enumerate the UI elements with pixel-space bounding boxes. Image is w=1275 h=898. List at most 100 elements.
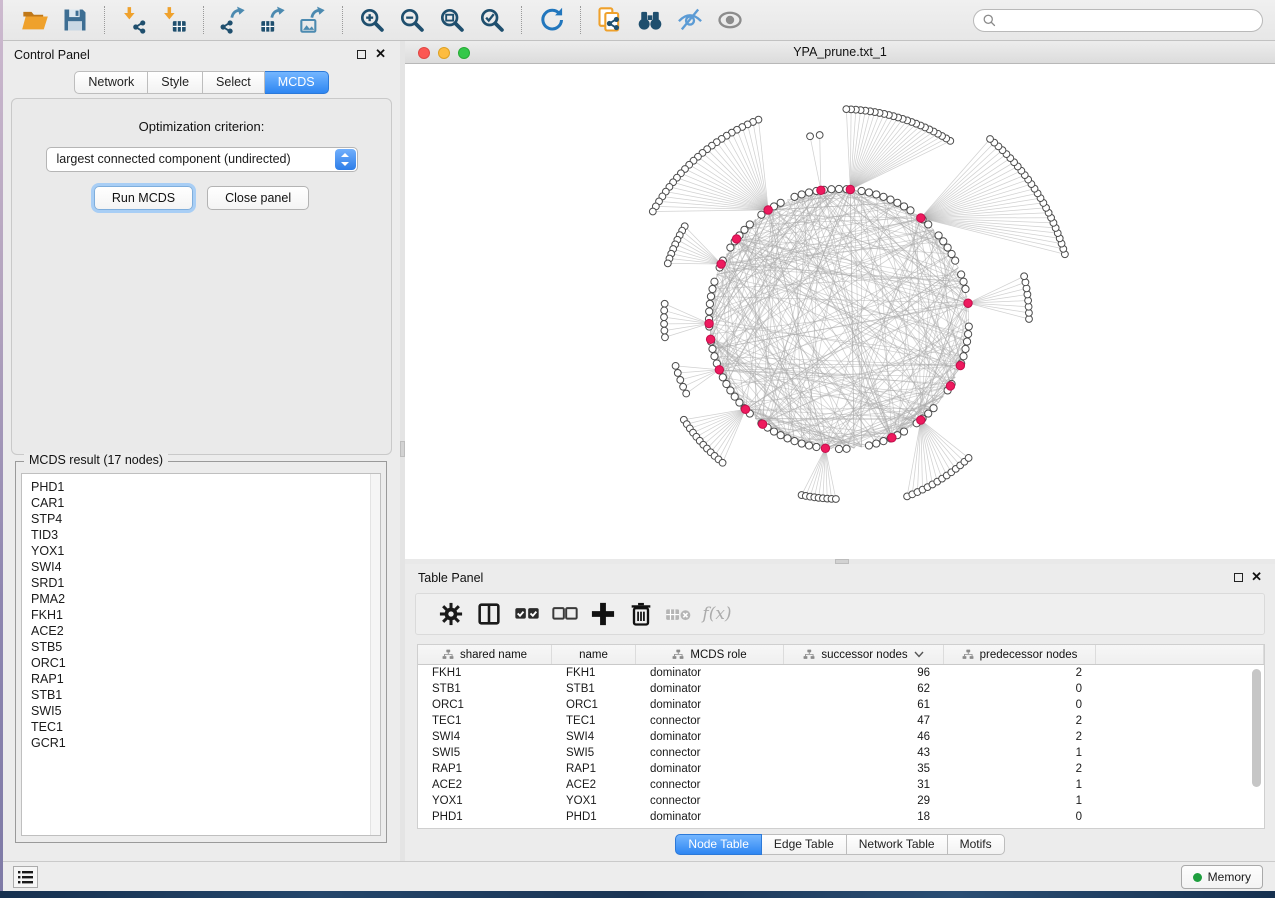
table-row[interactable]: RAP1RAP1dominator352: [418, 761, 1264, 777]
list-icon: [18, 871, 33, 884]
dropdown-spinner-icon: [335, 149, 356, 170]
column-layout-icon[interactable]: [474, 601, 504, 627]
show-all-icon[interactable]: [715, 5, 745, 35]
list-item[interactable]: YOX1: [31, 543, 380, 559]
tab-mcds[interactable]: MCDS: [265, 71, 329, 94]
zoom-out-icon[interactable]: [397, 5, 427, 35]
network-window-titlebar[interactable]: YPA_prune.txt_1: [405, 41, 1275, 64]
close-table-panel-icon[interactable]: ✕: [1251, 568, 1262, 586]
close-panel-icon[interactable]: ✕: [375, 45, 386, 63]
refresh-icon[interactable]: [536, 5, 566, 35]
select-all-icon[interactable]: [512, 601, 542, 627]
tab-select[interactable]: Select: [203, 71, 265, 94]
list-item[interactable]: TEC1: [31, 719, 380, 735]
task-history-button[interactable]: [13, 866, 38, 888]
cell-successor_nodes: 18: [784, 809, 944, 825]
zoom-selected-icon[interactable]: [477, 5, 507, 35]
result-list-scrollbar[interactable]: [370, 474, 380, 835]
network-canvas[interactable]: [405, 64, 1275, 559]
list-item[interactable]: STB5: [31, 639, 380, 655]
export-network-icon[interactable]: [218, 5, 248, 35]
list-item[interactable]: ACE2: [31, 623, 380, 639]
list-item[interactable]: SWI5: [31, 703, 380, 719]
search-icon: [982, 13, 997, 28]
cell-mcds_role: dominator: [636, 665, 784, 681]
cell-shared_name: TEC1: [418, 713, 552, 729]
list-item[interactable]: ORC1: [31, 655, 380, 671]
tab-style[interactable]: Style: [148, 71, 203, 94]
criterion-dropdown[interactable]: largest connected component (undirected): [46, 147, 358, 172]
node-table[interactable]: shared namenameMCDS rolesuccessor nodesp…: [417, 644, 1265, 829]
column-header-MCDS-role[interactable]: MCDS role: [636, 645, 784, 664]
network-graph[interactable]: [405, 64, 1275, 559]
deselect-all-icon[interactable]: [550, 601, 580, 627]
save-icon[interactable]: [60, 5, 90, 35]
list-item[interactable]: GCR1: [31, 735, 380, 751]
table-scrollbar-thumb[interactable]: [1252, 669, 1261, 787]
tab-network[interactable]: Network: [74, 71, 148, 94]
share-document-icon[interactable]: [595, 5, 625, 35]
list-item[interactable]: PHD1: [31, 479, 380, 495]
zoom-fit-icon[interactable]: [437, 5, 467, 35]
list-item[interactable]: PMA2: [31, 591, 380, 607]
list-item[interactable]: STB1: [31, 687, 380, 703]
tree-icon: [962, 649, 974, 660]
control-panel-titlebar: Control Panel ✕: [3, 41, 400, 67]
tab-node-table[interactable]: Node Table: [675, 834, 762, 855]
column-header-successor-nodes[interactable]: successor nodes: [784, 645, 944, 664]
horizontal-splitter[interactable]: [405, 559, 1275, 564]
mcds-result-list[interactable]: PHD1CAR1STP4TID3YOX1SWI4SRD1PMA2FKH1ACE2…: [21, 473, 381, 836]
table-row[interactable]: TEC1TEC1connector472: [418, 713, 1264, 729]
search-box[interactable]: [973, 9, 1263, 32]
list-item[interactable]: TID3: [31, 527, 380, 543]
column-header-shared-name[interactable]: shared name: [418, 645, 552, 664]
vertical-splitter-handle[interactable]: [400, 441, 405, 457]
vertical-splitter[interactable]: [400, 41, 405, 861]
list-item[interactable]: STP4: [31, 511, 380, 527]
float-window-icon[interactable]: [357, 50, 366, 59]
hide-selected-icon[interactable]: [675, 5, 705, 35]
column-header-predecessor-nodes[interactable]: predecessor nodes: [944, 645, 1096, 664]
table-row[interactable]: SWI4SWI4dominator462: [418, 729, 1264, 745]
cell-mcds_role: dominator: [636, 729, 784, 745]
table-row[interactable]: FKH1FKH1dominator962: [418, 665, 1264, 681]
close-panel-button[interactable]: Close panel: [207, 186, 309, 210]
find-binoculars-icon[interactable]: [635, 5, 665, 35]
search-input[interactable]: [997, 14, 1254, 28]
table-row[interactable]: YOX1YOX1connector291: [418, 793, 1264, 809]
list-item[interactable]: SWI4: [31, 559, 380, 575]
table-row[interactable]: PHD1PHD1dominator180: [418, 809, 1264, 825]
list-item[interactable]: CAR1: [31, 495, 380, 511]
settings-gear-icon[interactable]: [436, 601, 466, 627]
tree-icon: [672, 649, 684, 660]
tab-network-table[interactable]: Network Table: [847, 834, 948, 855]
zoom-in-icon[interactable]: [357, 5, 387, 35]
table-row[interactable]: ORC1ORC1dominator610: [418, 697, 1264, 713]
table-toolbar: f(x): [415, 593, 1265, 635]
list-item[interactable]: RAP1: [31, 671, 380, 687]
horizontal-splitter-handle[interactable]: [835, 559, 849, 564]
table-row[interactable]: STB1STB1dominator620: [418, 681, 1264, 697]
add-row-icon[interactable]: [588, 601, 618, 627]
run-mcds-button[interactable]: Run MCDS: [94, 186, 193, 210]
import-table-icon[interactable]: [159, 5, 189, 35]
table-tabs: Node TableEdge TableNetwork TableMotifs: [405, 834, 1275, 855]
list-item[interactable]: SRD1: [31, 575, 380, 591]
export-image-icon[interactable]: [298, 5, 328, 35]
table-row[interactable]: ACE2ACE2connector311: [418, 777, 1264, 793]
export-table-icon[interactable]: [258, 5, 288, 35]
cell-predecessor_nodes: 0: [944, 697, 1096, 713]
cell-mcds_role: dominator: [636, 697, 784, 713]
table-row[interactable]: SWI5SWI5connector431: [418, 745, 1264, 761]
delete-row-icon[interactable]: [626, 601, 656, 627]
list-item[interactable]: FKH1: [31, 607, 380, 623]
import-network-icon[interactable]: [119, 5, 149, 35]
float-table-panel-icon[interactable]: [1234, 573, 1243, 582]
tab-edge-table[interactable]: Edge Table: [762, 834, 847, 855]
column-header-name[interactable]: name: [552, 645, 636, 664]
tab-motifs[interactable]: Motifs: [948, 834, 1005, 855]
table-scrollbar[interactable]: [1252, 667, 1261, 825]
open-icon[interactable]: [20, 5, 50, 35]
memory-button[interactable]: Memory: [1181, 865, 1263, 889]
cell-shared_name: ACE2: [418, 777, 552, 793]
